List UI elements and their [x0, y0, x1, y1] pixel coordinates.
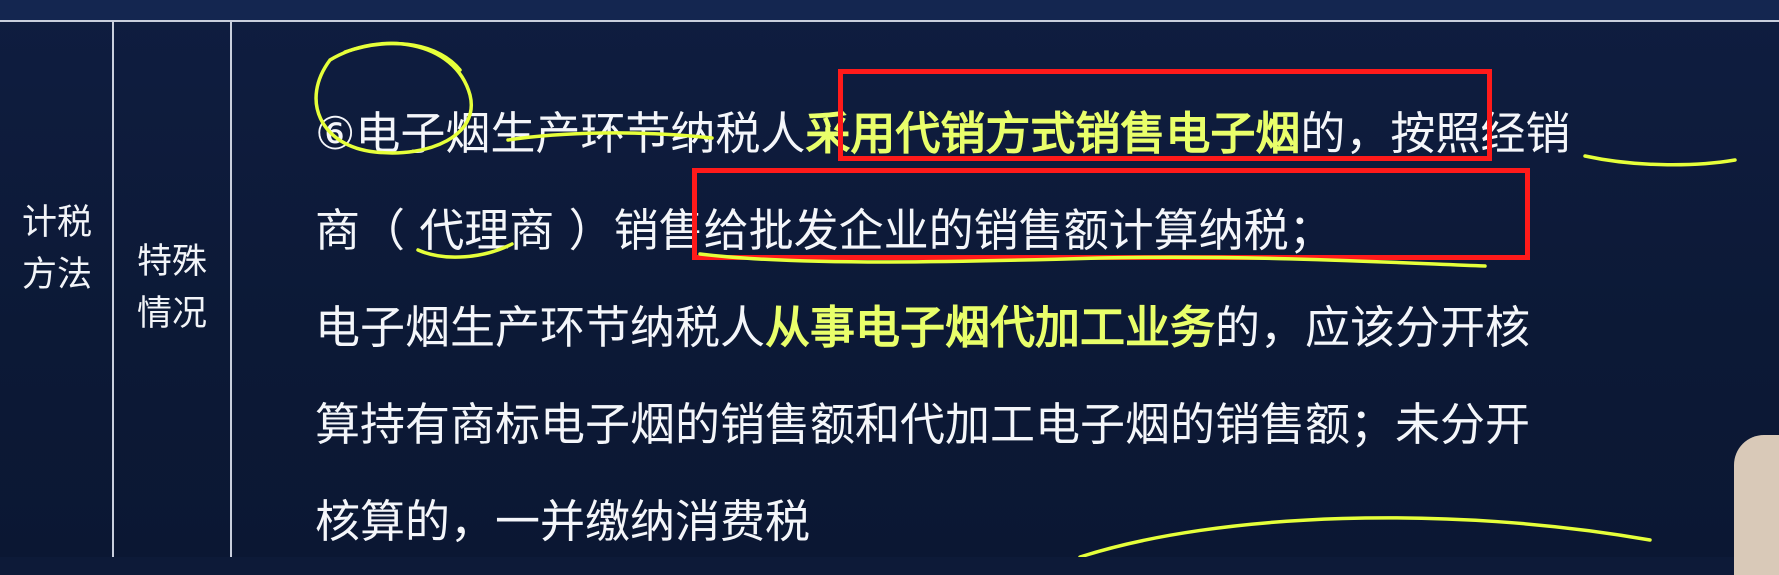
text-segment: 电子烟生产环节纳税人: [315, 301, 766, 354]
text-segment: 的，应该分开核: [1215, 301, 1531, 354]
category-line: 计税: [21, 203, 92, 243]
subcategory-cell: 特殊 情况: [122, 236, 222, 340]
table-top-border: [0, 0, 1779, 22]
category-cell: 计税 方法: [12, 197, 102, 301]
text-segment: 商（ 代理商 ）: [315, 204, 614, 257]
content-line-3: 电子烟生产环节纳税人从事电子烟代加工业务的，应该分开核: [315, 279, 1779, 376]
text-segment: 电子烟生产环节纳税人: [355, 107, 806, 160]
item-marker: ⑥: [315, 107, 356, 160]
content-line-5: 核算的，一并缴纳消费税: [315, 495, 811, 548]
category-line: 方法: [21, 255, 92, 295]
highlighted-text: 从事电子烟代加工业务: [765, 301, 1216, 354]
highlight-box: [838, 69, 1492, 161]
content-line-4: 算持有商标电子烟的销售额和代加工电子烟的销售额；未分开: [315, 398, 1531, 451]
subcategory-line: 特殊: [136, 242, 207, 282]
circle-annotation: [343, 41, 462, 72]
highlight-box: [692, 168, 1530, 260]
presenter-shoulder: [1734, 435, 1779, 575]
subcategory-line: 情况: [136, 294, 207, 334]
slide: 计税 方法 特殊 情况 ⑥电子烟生产环节纳税人采用代销方式销售电子烟的，按照经销…: [0, 0, 1779, 575]
column-divider: [230, 20, 232, 557]
column-divider: [112, 20, 114, 557]
